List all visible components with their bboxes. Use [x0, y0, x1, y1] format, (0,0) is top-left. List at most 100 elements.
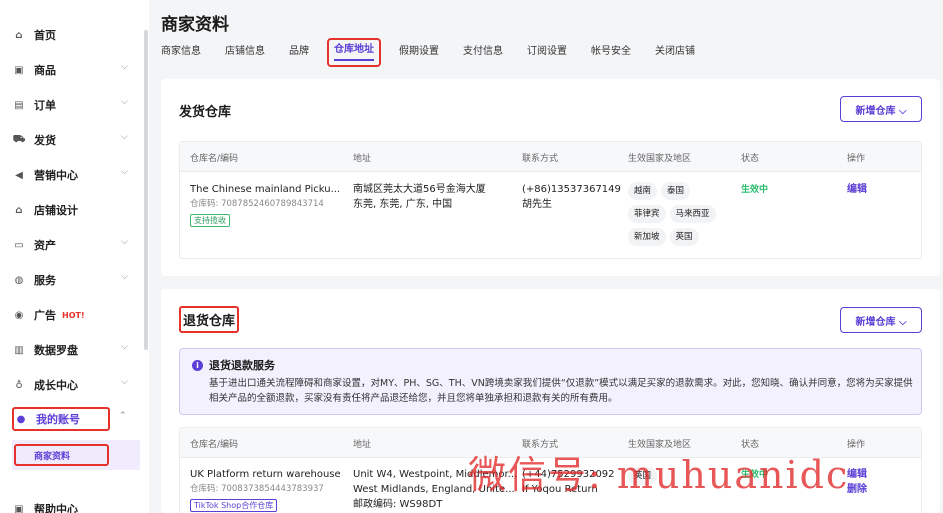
edit-link[interactable]: 编辑	[847, 182, 867, 197]
chevron-down-icon: ⌵	[121, 97, 128, 107]
sidebar-item-label: 资产	[34, 239, 56, 252]
chevron-down-icon: ⌵	[121, 272, 128, 282]
pickup-supported-tag: 支持揽收	[190, 214, 230, 227]
sidebar-scrollbar[interactable]	[144, 30, 148, 350]
notice-text: 基于进出口通关流程障碍和商家设置，对MY、PH、SG、TH、VN跨境卖家我们提供…	[209, 378, 913, 404]
sidebar-item-store-design[interactable]: ⌂ 店铺设计	[12, 199, 140, 221]
chevron-down-icon: ⌵	[121, 342, 128, 352]
shipping-warehouse-table: 仓库名/编码 地址 联系方式 生效国家及地区 状态 操作 The Chinese…	[179, 141, 922, 259]
globe-icon: ◍	[14, 274, 24, 286]
store-icon: ⌂	[15, 204, 23, 216]
regions-cell: 越南 泰国 菲律宾 马来西亚 新加坡 英国	[628, 182, 733, 251]
sidebar-subitem-merchant-profile[interactable]: 商家资料	[14, 444, 109, 466]
tab-close-store[interactable]: 关闭店铺	[655, 41, 695, 63]
column-header: 地址	[353, 440, 372, 450]
warehouse-code: 仓库码: 7008373854443783937	[190, 484, 324, 494]
sidebar-item-label: 发货	[34, 134, 56, 147]
tab-subscription-settings[interactable]: 订阅设置	[527, 41, 567, 63]
warehouse-name: The Chinese mainland Picku...	[190, 184, 340, 195]
chevron-down-icon: ⌵	[121, 132, 128, 142]
sidebar-item-shipping[interactable]: ⛟ 发货 ⌵	[12, 129, 140, 151]
sidebar-item-label: 服务	[34, 274, 56, 287]
chevron-down-icon: ⌵	[121, 167, 128, 177]
warehouse-name-cell: UK Platform return warehouse 仓库码: 700837…	[190, 467, 345, 513]
sidebar-item-label: 营销中心	[34, 169, 78, 182]
user-icon: ●	[16, 413, 26, 425]
tab-bar: 商家信息 店铺信息 品牌 仓库地址 假期设置 支付信息 订阅设置 帐号安全 关闭…	[161, 38, 719, 71]
add-return-warehouse-button[interactable]: 新增仓库 ⌵	[840, 307, 922, 333]
ad-icon: ◉	[14, 309, 24, 321]
chevron-up-icon: ⌃	[119, 411, 127, 421]
region-chip: 英国	[669, 228, 699, 246]
sidebar-item-assets[interactable]: ▭ 资产 ⌵	[12, 234, 140, 256]
sidebar-item-ads[interactable]: ◉ 广告 HOT!	[12, 304, 140, 326]
chevron-down-icon: ⌵	[121, 62, 128, 72]
column-header: 操作	[847, 154, 866, 164]
actions-cell: 编辑	[847, 182, 867, 197]
contact-cell: (+86)13537367149 胡先生	[522, 182, 622, 212]
tab-merchant-info[interactable]: 商家信息	[161, 41, 201, 63]
region-chip: 新加坡	[628, 228, 666, 246]
contact-phone: (+86)13537367149	[522, 184, 621, 195]
page-title: 商家资料	[161, 15, 229, 35]
column-header: 地址	[353, 154, 372, 164]
medal-icon: ♁	[15, 379, 23, 391]
tab-warehouse-address[interactable]: 仓库地址	[327, 38, 381, 67]
sidebar-item-label: 我的账号	[36, 413, 80, 426]
contact-person: 胡先生	[522, 199, 552, 210]
region-chip: 越南	[628, 182, 658, 200]
sidebar-item-home[interactable]: ⌂ 首页	[12, 24, 140, 46]
table-header: 仓库名/编码 地址 联系方式 生效国家及地区 状态 操作	[180, 142, 921, 172]
tab-brand[interactable]: 品牌	[289, 41, 309, 63]
tab-store-info[interactable]: 店铺信息	[225, 41, 265, 63]
notice-title-text: 退货退款服务	[209, 359, 275, 372]
sidebar-item-my-account[interactable]: ● 我的账号	[12, 407, 110, 431]
tab-payment-info[interactable]: 支付信息	[463, 41, 503, 63]
hot-badge: HOT!	[62, 310, 85, 320]
address-cell: 南城区莞太大道56号金海大厦 东莞, 东莞, 广东, 中国	[353, 182, 513, 212]
column-header: 操作	[847, 440, 866, 450]
sidebar-item-orders[interactable]: ▤ 订单 ⌵	[12, 94, 140, 116]
home-icon: ⌂	[15, 29, 23, 41]
region-chip: 菲律宾	[628, 205, 666, 223]
tab-account-security[interactable]: 帐号安全	[591, 41, 631, 63]
address-line: 南城区莞太大道56号金海大厦	[353, 184, 486, 195]
refund-service-notice: i 退货退款服务 基于进出口通关流程障碍和商家设置，对MY、PH、SG、TH、V…	[179, 348, 922, 415]
shipping-warehouse-card: 发货仓库 新增仓库 ⌵ 仓库名/编码 地址 联系方式 生效国家及地区 状态 操作…	[161, 79, 940, 276]
sidebar-item-label: 订单	[34, 99, 56, 112]
tab-holiday-settings[interactable]: 假期设置	[399, 41, 439, 63]
truck-icon: ⛟	[12, 133, 26, 145]
sidebar-item-growth-center[interactable]: ♁ 成长中心 ⌵	[12, 374, 140, 396]
delete-link[interactable]: 删除	[847, 482, 867, 497]
bar-chart-icon: ▥	[14, 344, 24, 356]
chevron-down-icon: ⌵	[121, 237, 128, 247]
return-warehouse-title: 退货仓库	[179, 306, 240, 333]
sidebar-item-label: 广告	[34, 309, 56, 322]
status-badge: 生效中	[741, 185, 769, 195]
sidebar-item-label: 成长中心	[34, 379, 78, 392]
shipping-warehouse-title: 发货仓库	[179, 105, 232, 120]
edit-link[interactable]: 编辑	[847, 467, 867, 482]
address-line: 东莞, 东莞, 广东, 中国	[353, 199, 453, 210]
region-chip: 泰国	[661, 182, 691, 200]
sidebar-item-label: 店铺设计	[34, 204, 78, 217]
sidebar-item-label: 数据罗盘	[34, 344, 78, 357]
sidebar-item-label: 商品	[34, 64, 56, 77]
column-header: 状态	[741, 154, 760, 164]
sidebar-item-marketing[interactable]: ◀ 营销中心 ⌵	[12, 164, 140, 186]
warehouse-code: 仓库码: 7087852460789843714	[190, 199, 324, 209]
chevron-down-icon: ⌵	[121, 377, 128, 387]
sidebar-item-data-compass[interactable]: ▥ 数据罗盘 ⌵	[12, 339, 140, 361]
column-header: 仓库名/编码	[190, 154, 239, 164]
info-icon: i	[192, 359, 203, 371]
postal-code: 邮政编码: WS98DT	[353, 499, 443, 510]
sidebar-item-products[interactable]: ▣ 商品 ⌵	[12, 59, 140, 81]
warehouse-name: UK Platform return warehouse	[190, 469, 341, 480]
sidebar-item-services[interactable]: ◍ 服务 ⌵	[12, 269, 140, 291]
sidebar-item-help-center[interactable]: ▣ 帮助中心	[12, 498, 140, 513]
box-icon: ▣	[14, 64, 24, 76]
add-shipping-warehouse-button[interactable]: 新增仓库 ⌵	[840, 96, 922, 122]
status-cell: 生效中	[741, 182, 768, 198]
megaphone-icon: ◀	[15, 169, 23, 181]
region-chip: 马来西亚	[669, 205, 716, 223]
